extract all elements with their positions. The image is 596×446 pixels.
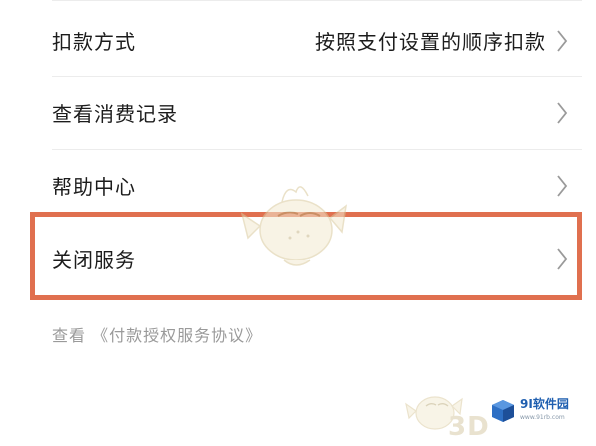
- chevron-right-icon: [557, 101, 568, 124]
- payment-method-value: 按照支付设置的顺序扣款: [315, 30, 546, 54]
- watermark-logo: 9I软件园 www.91rb.com: [490, 397, 569, 425]
- payment-method-label: 扣款方式: [52, 30, 136, 54]
- watermark-3d: 3D: [448, 412, 490, 442]
- chevron-right-icon: [557, 247, 568, 270]
- watermark-site: www.91rb.com: [520, 414, 565, 421]
- consumption-records-label: 查看消费记录: [52, 102, 178, 126]
- top-divider: [52, 0, 582, 1]
- chevron-right-icon: [557, 29, 568, 52]
- chevron-right-icon: [557, 174, 568, 197]
- row-payment-method[interactable]: 扣款方式 按照支付设置的顺序扣款: [30, 4, 582, 77]
- divider: [52, 76, 582, 77]
- cube-logo-icon: [492, 400, 514, 422]
- watermark-brand: 9I软件园: [520, 397, 569, 411]
- agreement-prefix: 查看: [52, 326, 87, 345]
- divider: [52, 149, 582, 150]
- close-service-label: 关闭服务: [52, 248, 136, 272]
- agreement-link[interactable]: 《付款授权服务协议》: [92, 326, 262, 345]
- watermark-text: 9I软件园 www.91rb.com: [520, 397, 569, 425]
- row-consumption-records[interactable]: 查看消费记录: [30, 76, 582, 149]
- help-center-label: 帮助中心: [52, 175, 136, 199]
- puffer-mascot-icon: [240, 186, 348, 266]
- agreement-text: 查看 《付款授权服务协议》: [52, 322, 262, 346]
